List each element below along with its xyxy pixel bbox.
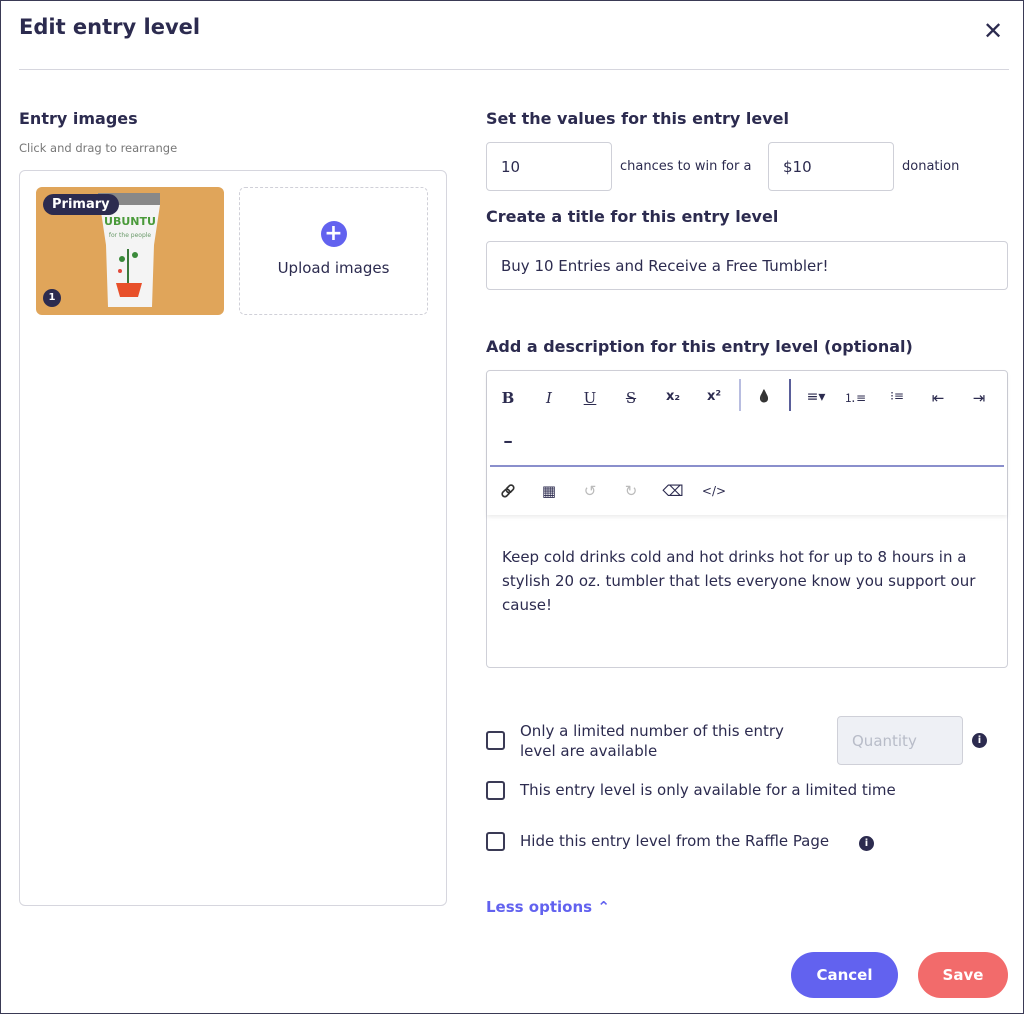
chevron-up-icon: ⌃	[597, 898, 610, 916]
dialog-title: Edit entry level	[19, 15, 201, 39]
plus-icon: +	[320, 221, 347, 247]
title-heading: Create a title for this entry level	[486, 207, 779, 226]
horizontal-rule-button[interactable]: ━	[496, 435, 520, 449]
description-heading: Add a description for this entry level (…	[486, 337, 913, 356]
cancel-button[interactable]: Cancel	[791, 952, 898, 998]
clear-format-button[interactable]: ⌫	[661, 482, 685, 500]
toolbar-divider	[490, 465, 1004, 467]
text-color-button[interactable]: 💧	[752, 389, 776, 403]
underline-button[interactable]: U	[578, 389, 602, 407]
upload-images-button[interactable]: + Upload images	[239, 187, 428, 315]
primary-badge: Primary	[43, 194, 119, 215]
svg-text:UBUNTU: UBUNTU	[104, 215, 156, 228]
table-button[interactable]: ▦	[537, 482, 561, 500]
chances-input[interactable]: 10	[486, 142, 612, 191]
title-input[interactable]: Buy 10 Entries and Receive a Free Tumble…	[486, 241, 1008, 290]
chances-text: chances to win for a	[620, 159, 752, 174]
description-editor: B I U S x₂ x² 💧 ≡▾ ⒈≡ ⁝≡ ⇤ ⇥ ━ 🔗 ▦ ↺ ↻ ⌫…	[486, 370, 1008, 668]
subscript-button[interactable]: x₂	[661, 389, 685, 404]
info-icon[interactable]: i	[859, 836, 874, 851]
limited-quantity-checkbox[interactable]	[486, 731, 505, 750]
ordered-list-button[interactable]: ⒈≡	[843, 389, 867, 406]
toolbar-separator	[789, 379, 791, 411]
donation-input[interactable]: $10	[768, 142, 894, 191]
description-text[interactable]: Keep cold drinks cold and hot drinks hot…	[502, 545, 996, 617]
hide-entry-label: Hide this entry level from the Raffle Pa…	[520, 832, 830, 850]
rearrange-hint: Click and drag to rearrange	[19, 141, 178, 155]
limited-quantity-label: Only a limited number of this entry leve…	[520, 722, 784, 760]
italic-button[interactable]: I	[537, 389, 561, 407]
less-options-link[interactable]: Less options ⌃	[486, 898, 610, 916]
link-button[interactable]: 🔗	[496, 484, 520, 498]
divider	[19, 69, 1009, 70]
donation-text: donation	[902, 159, 960, 174]
image-position-badge: 1	[43, 289, 61, 307]
superscript-button[interactable]: x²	[702, 389, 726, 404]
indent-button[interactable]: ⇥	[967, 389, 991, 407]
limited-time-checkbox[interactable]	[486, 781, 505, 800]
hide-entry-checkbox[interactable]	[486, 832, 505, 851]
outdent-button[interactable]: ⇤	[926, 389, 950, 407]
bold-button[interactable]: B	[496, 389, 520, 407]
upload-label: Upload images	[277, 259, 390, 277]
bullet-list-button[interactable]: ⁝≡	[885, 389, 909, 403]
undo-button[interactable]: ↺	[578, 482, 602, 500]
align-dropdown[interactable]: ≡▾	[799, 389, 833, 405]
redo-button[interactable]: ↻	[619, 482, 643, 500]
quantity-input[interactable]: Quantity	[837, 716, 963, 765]
svg-text:for the people: for the people	[109, 232, 152, 239]
info-icon[interactable]: i	[972, 733, 987, 748]
less-options-label: Less options	[486, 898, 593, 916]
strikethrough-button[interactable]: S	[619, 389, 643, 407]
close-icon[interactable]: ✕	[983, 17, 1003, 45]
limited-time-label: This entry level is only available for a…	[520, 781, 896, 799]
toolbar-separator	[739, 379, 741, 411]
entry-images-heading: Entry images	[19, 109, 138, 128]
code-view-button[interactable]: </>	[699, 484, 729, 498]
values-heading: Set the values for this entry level	[486, 109, 790, 128]
save-button[interactable]: Save	[918, 952, 1008, 998]
